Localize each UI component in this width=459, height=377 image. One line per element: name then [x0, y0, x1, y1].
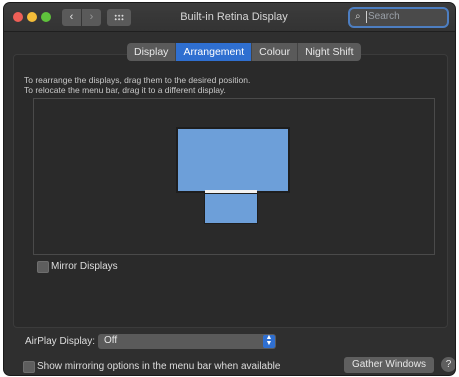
updown-chevron-icon: ▲ ▼	[263, 334, 275, 348]
search-placeholder: Search	[366, 11, 400, 23]
tab-night-shift[interactable]: Night Shift	[298, 43, 360, 61]
search-icon: ⌕	[355, 11, 361, 22]
airplay-select[interactable]: Off ▲ ▼	[98, 334, 276, 349]
instruction-menubar: To relocate the menu bar, drag it to a d…	[24, 85, 226, 95]
main-display[interactable]	[176, 127, 290, 193]
back-button[interactable]: ‹	[62, 9, 81, 26]
gather-windows-button[interactable]: Gather Windows	[344, 357, 434, 373]
minimize-button[interactable]	[27, 12, 37, 22]
chevron-left-icon: ‹	[69, 11, 74, 23]
instruction-rearrange: To rearrange the displays, drag them to …	[24, 75, 251, 85]
show-mirroring-label: Show mirroring options in the menu bar w…	[37, 361, 281, 372]
tab-arrangement[interactable]: Arrangement	[176, 43, 253, 61]
secondary-display[interactable]	[204, 193, 258, 224]
title-bar: ‹ › Built-in Retina Display ⌕ Search	[4, 3, 455, 32]
tab-display[interactable]: Display	[127, 43, 177, 61]
tab-bar: Display Arrangement Colour Night Shift	[127, 43, 361, 61]
forward-button[interactable]: ›	[82, 9, 101, 26]
grid-icon	[114, 14, 124, 21]
search-field[interactable]: ⌕ Search	[350, 9, 447, 26]
show-all-button[interactable]	[107, 9, 131, 26]
mirror-displays-label: Mirror Displays	[51, 261, 118, 272]
window-title: Built-in Retina Display	[180, 11, 288, 23]
help-button[interactable]: ?	[441, 357, 455, 372]
show-mirroring-checkbox[interactable]	[23, 361, 35, 373]
preferences-window: ‹ › Built-in Retina Display ⌕ Search Dis…	[4, 3, 455, 375]
tab-colour[interactable]: Colour	[252, 43, 299, 61]
airplay-value: Off	[104, 335, 118, 346]
mirror-displays-checkbox[interactable]	[37, 261, 49, 273]
chevron-right-icon: ›	[89, 11, 94, 23]
close-button[interactable]	[13, 12, 23, 22]
zoom-button[interactable]	[41, 12, 51, 22]
airplay-label: AirPlay Display:	[25, 336, 96, 347]
